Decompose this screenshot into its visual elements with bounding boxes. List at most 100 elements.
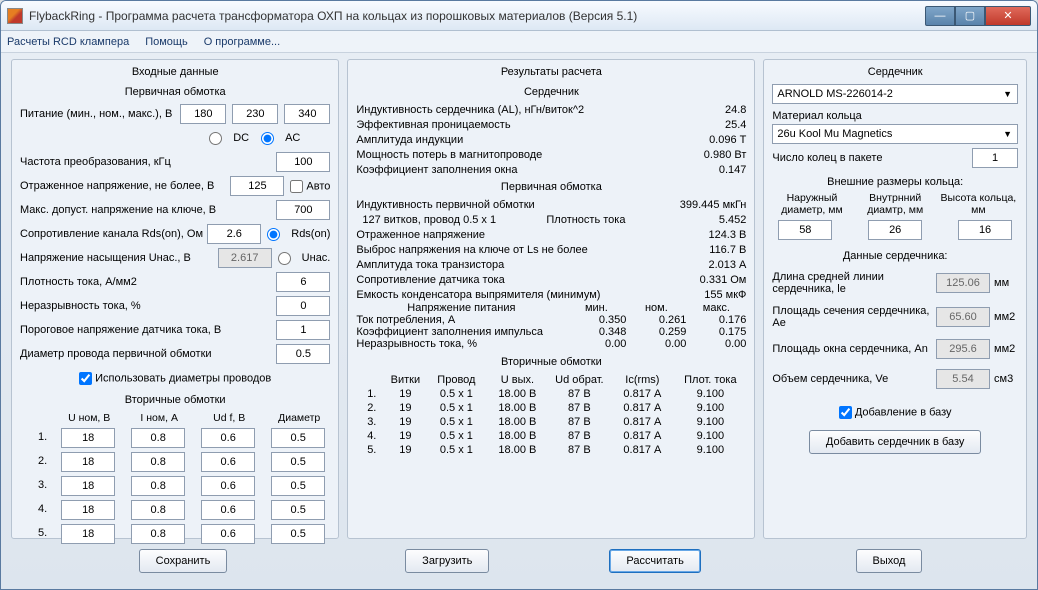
result-cell: 4. (356, 430, 384, 442)
supply-min[interactable] (180, 104, 226, 124)
rsense-label: Сопротивление датчика тока (356, 274, 666, 286)
sec-u-input[interactable] (61, 476, 115, 496)
sec-d-input[interactable] (271, 500, 325, 520)
col-nom: ном. (626, 302, 686, 314)
auto-check[interactable]: Авто (290, 180, 330, 193)
sec-i-input[interactable] (131, 452, 185, 472)
close-button[interactable]: ✕ (985, 6, 1031, 26)
supply-max[interactable] (284, 104, 330, 124)
rdson-input[interactable] (207, 224, 261, 244)
chevron-down-icon: ▼ (1003, 129, 1012, 139)
mat-label: Материал кольца (772, 110, 1018, 122)
sec-rownum: 3. (23, 476, 47, 496)
supply-nom[interactable] (232, 104, 278, 124)
sec-u-input[interactable] (61, 500, 115, 520)
dim-id[interactable] (868, 220, 922, 240)
col-min: мин. (566, 302, 626, 314)
sec-hd-ud: Ud f, B (201, 412, 257, 424)
load-button[interactable]: Загрузить (405, 549, 489, 573)
an-label: Площадь окна сердечника, An (772, 343, 936, 355)
result-cell: 0.817 А (610, 416, 674, 428)
save-button[interactable]: Сохранить (139, 549, 228, 573)
sec-d-input[interactable] (271, 428, 325, 448)
result-cell: 0.817 А (610, 430, 674, 442)
sec-u-input[interactable] (61, 452, 115, 472)
le-value (936, 273, 990, 293)
jdens-input[interactable] (276, 272, 330, 292)
sec-i-input[interactable] (131, 428, 185, 448)
mh-uout: U вых. (486, 374, 548, 386)
dprim-label: Диаметр провода первичной обмотки (20, 348, 276, 360)
rdson-radio[interactable]: Rds(on) (267, 228, 330, 241)
sec-u-input[interactable] (61, 428, 115, 448)
core-title: Сердечник (772, 66, 1018, 78)
exit-button[interactable]: Выход (856, 549, 923, 573)
menu-rcd[interactable]: Расчеты RCD клампера (7, 36, 129, 48)
duty-label: Коэффициент заполнения импульса (356, 326, 566, 338)
add-core-button[interactable]: Добавить сердечник в базу (809, 430, 982, 454)
usat-radio[interactable]: Uнас. (278, 252, 331, 265)
sec-rownum: 4. (23, 500, 47, 520)
an-value (936, 339, 990, 359)
sec-ud-input[interactable] (201, 476, 255, 496)
freq-label: Частота преобразования, кГц (20, 156, 276, 168)
core-data-heading: Данные сердечника: (772, 250, 1018, 262)
sec-ud-input[interactable] (201, 524, 255, 544)
vthr-input[interactable] (276, 320, 330, 340)
mueff-value: 25.4 (666, 119, 746, 131)
lprim-label: Индуктивность первичной обмотки (356, 199, 636, 211)
results-title: Результаты расчета (356, 66, 746, 78)
vrefl-input[interactable] (230, 176, 284, 196)
rsense-value: 0.331 Ом (666, 274, 746, 286)
freq-input[interactable] (276, 152, 330, 172)
jdens-txt: Плотность тока (546, 214, 666, 226)
sec-rownum: 1. (23, 428, 47, 448)
vds-input[interactable] (276, 200, 330, 220)
nrings-input[interactable] (972, 148, 1018, 168)
vspike-label: Выброс напряжения на ключе от Ls не боле… (356, 244, 666, 256)
calculate-button[interactable]: Рассчитать (609, 549, 700, 573)
mueff-label: Эффективная проницаемость (356, 119, 666, 131)
app-icon (7, 8, 23, 24)
jdens-label: Плотность тока, А/мм2 (20, 276, 276, 288)
use-diameters-check[interactable]: Использовать диаметры проводов (79, 372, 271, 385)
bottom-bar: Сохранить Загрузить Рассчитать Выход (1, 545, 1037, 589)
ac-radio[interactable]: AC (261, 132, 300, 145)
sec-d-input[interactable] (271, 452, 325, 472)
material-select[interactable] (772, 124, 1018, 144)
maximize-button[interactable]: ▢ (955, 6, 985, 26)
titlebar: FlybackRing - Программа расчета трансфор… (1, 1, 1037, 31)
menu-help[interactable]: Помощь (145, 36, 188, 48)
discont-input[interactable] (276, 296, 330, 316)
core-select[interactable] (772, 84, 1018, 104)
dim-od[interactable] (778, 220, 832, 240)
vthr-label: Пороговое напряжение датчика тока, В (20, 324, 276, 336)
ploss-value: 0.980 Вт (666, 149, 746, 161)
sec-d-input[interactable] (271, 476, 325, 496)
menu-about[interactable]: О программе... (204, 36, 280, 48)
sec-i-input[interactable] (131, 476, 185, 496)
secondary-heading: Вторичные обмотки (20, 394, 330, 406)
sec-i-input[interactable] (131, 524, 185, 544)
sec-ud-input[interactable] (201, 428, 255, 448)
dc-radio[interactable]: DC (209, 132, 249, 145)
ploss-label: Мощность потерь в магнитопроводе (356, 149, 666, 161)
sec-i-input[interactable] (131, 500, 185, 520)
result-cell: 9.100 (674, 430, 746, 442)
cont-nom: 0.00 (626, 338, 686, 350)
sec-hd-d: Диаметр (271, 412, 327, 424)
result-cell: 87 В (548, 416, 610, 428)
sec-u-input[interactable] (61, 524, 115, 544)
result-cell: 18.00 В (486, 388, 548, 400)
sec-d-input[interactable] (271, 524, 325, 544)
dim-h[interactable] (958, 220, 1012, 240)
dprim-input[interactable] (276, 344, 330, 364)
add-db-check[interactable]: Добавление в базу (839, 406, 952, 419)
kfill-value: 0.147 (666, 164, 746, 176)
dim-hd-h: Высота кольца, мм (939, 192, 1018, 216)
sec-ud-input[interactable] (201, 452, 255, 472)
mh-wire: Провод (426, 374, 486, 386)
vds-label: Макс. допуст. напряжение на ключе, В (20, 204, 276, 216)
sec-ud-input[interactable] (201, 500, 255, 520)
minimize-button[interactable]: — (925, 6, 955, 26)
